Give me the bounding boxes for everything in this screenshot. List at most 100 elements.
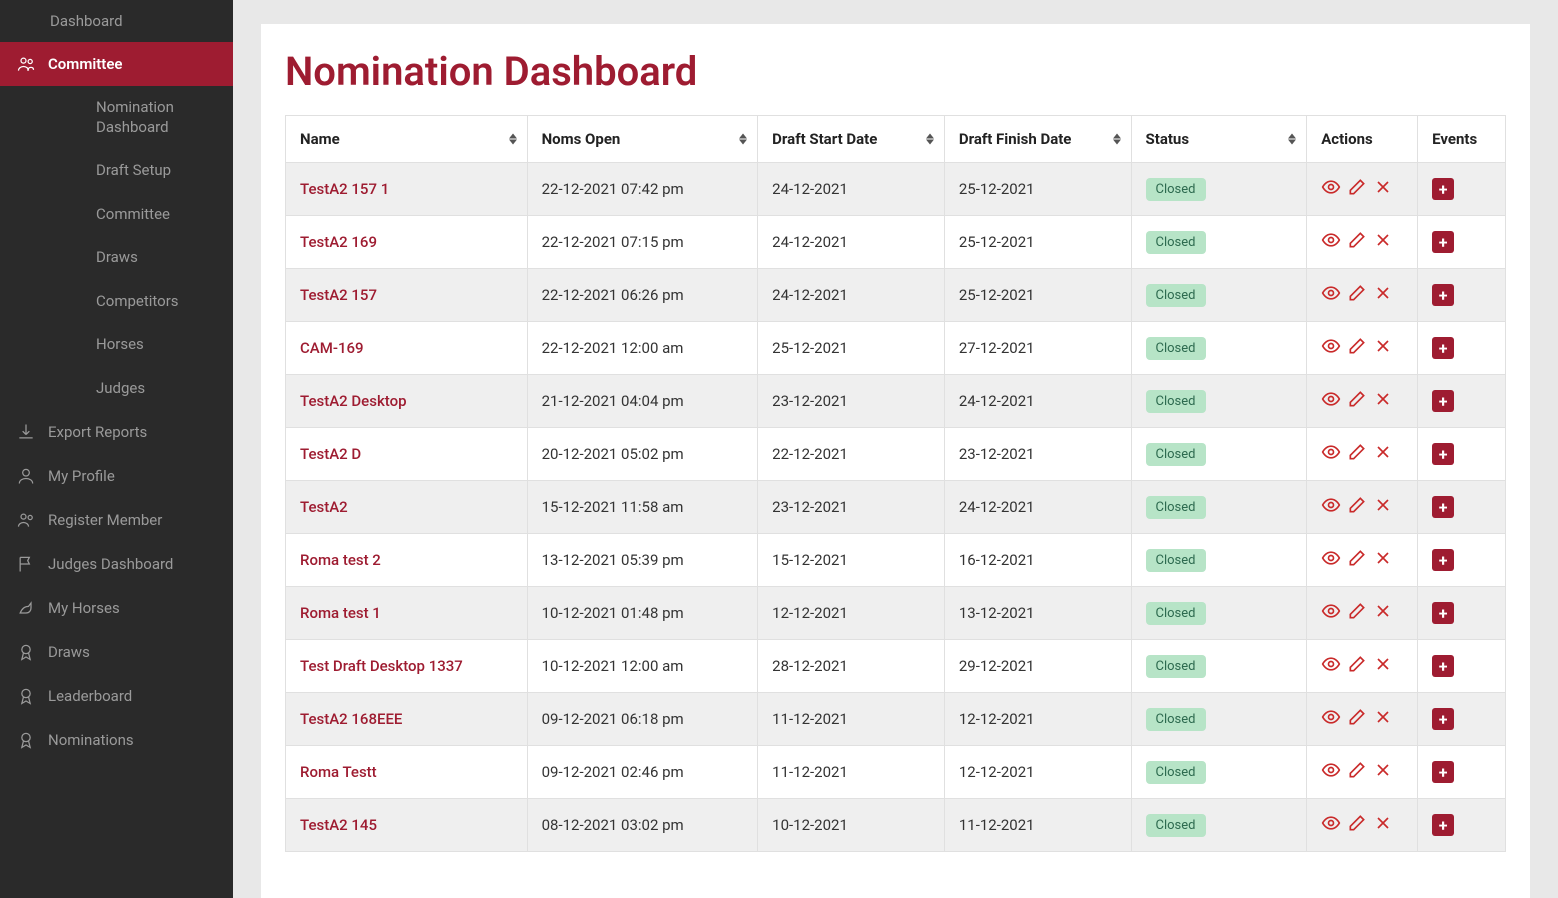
view-icon[interactable] [1321,283,1341,307]
view-icon[interactable] [1321,548,1341,572]
delete-icon[interactable] [1373,760,1393,784]
edit-icon[interactable] [1347,601,1367,625]
sort-icon [926,134,934,145]
view-icon[interactable] [1321,654,1341,678]
view-icon[interactable] [1321,495,1341,519]
edit-icon[interactable] [1347,654,1367,678]
th-draft-finish[interactable]: Draft Finish Date [944,116,1131,163]
sidebar-sub-draws[interactable]: Draws [96,236,233,280]
delete-icon[interactable] [1373,495,1393,519]
view-icon[interactable] [1321,336,1341,360]
sort-icon [1113,134,1121,145]
status-badge: Closed [1146,178,1206,201]
sidebar-sub-draft-setup[interactable]: Draft Setup [96,149,233,193]
sort-icon [509,134,517,145]
nomination-name-link[interactable]: TestA2 Desktop [300,392,407,410]
nominations-table: Name Noms Open Draft Start Date Draft Fi… [285,115,1506,852]
add-event-button[interactable]: + [1432,655,1454,677]
add-event-button[interactable]: + [1432,178,1454,200]
add-event-button[interactable]: + [1432,390,1454,412]
view-icon[interactable] [1321,177,1341,201]
delete-icon[interactable] [1373,707,1393,731]
view-icon[interactable] [1321,442,1341,466]
nomination-name-link[interactable]: TestA2 D [300,445,361,463]
view-icon[interactable] [1321,760,1341,784]
add-event-button[interactable]: + [1432,284,1454,306]
status-badge: Closed [1146,814,1206,837]
delete-icon[interactable] [1373,177,1393,201]
sidebar-sub-horses[interactable]: Horses [96,323,233,367]
th-draft-start[interactable]: Draft Start Date [758,116,945,163]
cell-noms-open: 22-12-2021 06:26 pm [527,269,758,322]
delete-icon[interactable] [1373,601,1393,625]
edit-icon[interactable] [1347,813,1367,837]
nomination-name-link[interactable]: CAM-169 [300,339,364,357]
th-name[interactable]: Name [286,116,528,163]
sidebar-item-my-profile[interactable]: My Profile [0,454,233,498]
nomination-name-link[interactable]: Test Draft Desktop 1337 [300,657,463,675]
edit-icon[interactable] [1347,442,1367,466]
sidebar-sub-judges[interactable]: Judges [96,367,233,411]
sidebar-sub-committee[interactable]: Committee [96,193,233,237]
delete-icon[interactable] [1373,389,1393,413]
add-event-button[interactable]: + [1432,231,1454,253]
edit-icon[interactable] [1347,336,1367,360]
nomination-name-link[interactable]: TestA2 169 [300,233,377,251]
edit-icon[interactable] [1347,548,1367,572]
edit-icon[interactable] [1347,283,1367,307]
edit-icon[interactable] [1347,760,1367,784]
view-icon[interactable] [1321,707,1341,731]
delete-icon[interactable] [1373,442,1393,466]
sidebar-item-label: Export Reports [48,423,147,441]
add-event-button[interactable]: + [1432,337,1454,359]
add-event-button[interactable]: + [1432,496,1454,518]
add-event-button[interactable]: + [1432,549,1454,571]
view-icon[interactable] [1321,389,1341,413]
add-event-button[interactable]: + [1432,602,1454,624]
delete-icon[interactable] [1373,230,1393,254]
nomination-name-link[interactable]: TestA2 [300,498,348,516]
delete-icon[interactable] [1373,336,1393,360]
nomination-name-link[interactable]: TestA2 145 [300,816,377,834]
th-noms-open[interactable]: Noms Open [527,116,758,163]
edit-icon[interactable] [1347,495,1367,519]
view-icon[interactable] [1321,813,1341,837]
add-event-button[interactable]: + [1432,761,1454,783]
add-event-button[interactable]: + [1432,814,1454,836]
nomination-name-link[interactable]: TestA2 157 [300,286,377,304]
sidebar-sub-nomination-dashboard[interactable]: Nomination Dashboard [96,86,233,149]
sidebar-item-committee[interactable]: Committee [0,42,233,86]
edit-icon[interactable] [1347,230,1367,254]
nomination-name-link[interactable]: TestA2 168EEE [300,710,402,728]
th-actions: Actions [1307,116,1418,163]
sidebar-item-judges-dashboard[interactable]: Judges Dashboard [0,542,233,586]
nomination-name-link[interactable]: TestA2 157 1 [300,180,389,198]
add-event-button[interactable]: + [1432,443,1454,465]
sidebar-item-register-member[interactable]: Register Member [0,498,233,542]
add-event-button[interactable]: + [1432,708,1454,730]
delete-icon[interactable] [1373,283,1393,307]
cell-draft-start: 11-12-2021 [758,693,945,746]
sidebar-item-my-horses[interactable]: My Horses [0,586,233,630]
view-icon[interactable] [1321,601,1341,625]
th-status[interactable]: Status [1131,116,1307,163]
sidebar-item-draws[interactable]: Draws [0,630,233,674]
nomination-name-link[interactable]: Roma test 2 [300,551,381,569]
nomination-name-link[interactable]: Roma Testt [300,763,377,781]
page-title: Nomination Dashboard [285,48,1506,95]
edit-icon[interactable] [1347,177,1367,201]
status-badge: Closed [1146,761,1206,784]
edit-icon[interactable] [1347,389,1367,413]
delete-icon[interactable] [1373,654,1393,678]
nomination-name-link[interactable]: Roma test 1 [300,604,381,622]
delete-icon[interactable] [1373,548,1393,572]
sidebar-item-export-reports[interactable]: Export Reports [0,410,233,454]
delete-icon[interactable] [1373,813,1393,837]
edit-icon[interactable] [1347,707,1367,731]
view-icon[interactable] [1321,230,1341,254]
sidebar-item-dashboard[interactable]: Dashboard [0,0,233,42]
sidebar-item-nominations[interactable]: Nominations [0,718,233,762]
sidebar-item-leaderboard[interactable]: Leaderboard [0,674,233,718]
sidebar-sub-competitors[interactable]: Competitors [96,280,233,324]
table-row: TestA2 Desktop21-12-2021 04:04 pm23-12-2… [286,375,1506,428]
